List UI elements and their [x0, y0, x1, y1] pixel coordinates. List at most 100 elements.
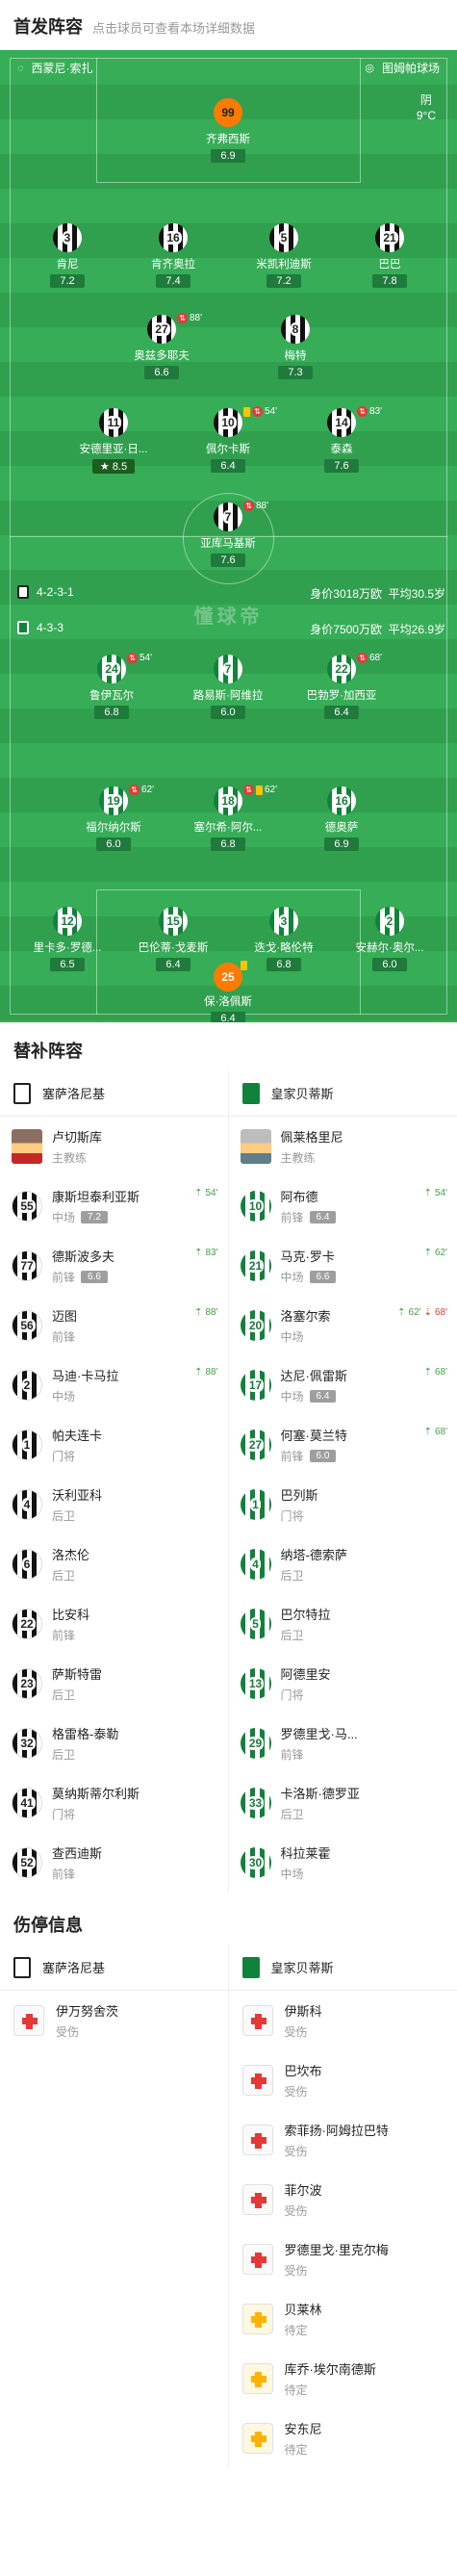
home-sub-player[interactable]: 1 帕夫连卡 门将 [0, 1415, 228, 1475]
away-sub-player[interactable]: 29 罗德里戈·马... 前锋 [229, 1713, 457, 1773]
away-player-10[interactable]: 2 安赫尔·奥尔... 6.0 [343, 907, 436, 972]
home-player-2[interactable]: 3 肯尼 7.2 [21, 223, 114, 289]
away-sub-player[interactable]: 30 科拉莱霍 中场 [229, 1833, 457, 1893]
player-position: 门将 [280, 1688, 304, 1702]
player-name: 卡洛斯·德罗亚 [280, 1787, 360, 1801]
jersey-icon: 21 [240, 1250, 271, 1281]
away-player-3[interactable]: 22 巴勃罗·加西亚 6.4 [295, 655, 388, 720]
away-sub-player[interactable]: 20 洛塞尔索 中场 ⇡ 62' ⇣ 68' [229, 1296, 457, 1355]
away-sub-player[interactable]: 17 达尼·佩雷斯 中场 6.4 ⇡ 68' [229, 1355, 457, 1415]
home-player-11[interactable]: 7 亚库马基斯 7.6 [182, 502, 274, 568]
sub-in-time: 54' [434, 1188, 447, 1198]
home-sub-player[interactable]: 22 比安科 前锋 [0, 1594, 228, 1654]
jersey-icon: 7 [214, 655, 242, 683]
home-sub-player[interactable]: 4 沃利亚科 后卫 [0, 1475, 228, 1534]
sub-time: ⇡ 62' ⇣ 68' [397, 1307, 447, 1318]
away-injury-item[interactable]: 安东尼 待定 [229, 2409, 457, 2468]
home-player-1[interactable]: 99 齐弗西斯 6.9 [182, 98, 274, 164]
home-sub-player[interactable]: 23 萨斯特雷 后卫 [0, 1654, 228, 1713]
away-injury-item[interactable]: 索菲扬·阿姆拉巴特 受伤 [229, 2110, 457, 2170]
sub-event: ⇅ 62' [129, 785, 154, 795]
home-player-5[interactable]: 21 巴巴 7.8 [343, 223, 436, 289]
away-player-2[interactable]: 7 路易斯·阿维拉 6.0 [182, 655, 274, 720]
home-player-10[interactable]: 14 泰森 7.6 [295, 408, 388, 474]
jersey-number: 5 [278, 231, 290, 245]
away-player-11[interactable]: 25 保·洛佩斯 6.4 [182, 963, 274, 1022]
player-position: 门将 [52, 1808, 76, 1821]
player-name: 伊万努舍茨 [56, 2004, 119, 2019]
card-event [241, 961, 247, 970]
away-subs-team: 皇家贝蒂斯 [228, 1070, 457, 1117]
home-sub-player[interactable]: 6 洛杰伦 后卫 [0, 1534, 228, 1594]
jersey-number: 10 [219, 416, 237, 429]
away-player-6[interactable]: 16 德奥萨 6.9 [295, 786, 388, 852]
player-name: 鲁伊瓦尔 [89, 690, 134, 702]
away-player-7[interactable]: 12 里卡多·罗德... 6.5 [21, 907, 114, 972]
jersey-icon: 30 [240, 1847, 271, 1878]
away-injury-item[interactable]: 罗德里戈·里克尔梅 受伤 [229, 2229, 457, 2289]
home-sub-player[interactable]: 2 马迪·卡马拉 中场 ⇡ 88' [0, 1355, 228, 1415]
injury-status: 待定 [284, 2383, 308, 2397]
home-sub-player[interactable]: 77 德斯波多夫 前锋 6.6 ⇡ 83' [0, 1236, 228, 1296]
home-injury-item[interactable]: 伊万努舍茨 受伤 [0, 1991, 228, 2050]
team-name: 皇家贝蒂斯 [270, 1961, 334, 1975]
jersey-number: 56 [18, 1319, 36, 1332]
sub-in-time: 62' [408, 1307, 421, 1318]
away-injury-item[interactable]: 库乔·埃尔南德斯 待定 [229, 2349, 457, 2409]
home-sub-player[interactable]: 41 莫纳斯蒂尔利斯 门将 [0, 1773, 228, 1833]
home-player-6[interactable]: 27 奥兹多耶夫 6.6 [115, 315, 208, 380]
away-sub-player[interactable]: 27 何塞·莫兰特 前锋 6.0 ⇡ 68' [229, 1415, 457, 1475]
away-sub-player[interactable]: 13 阿德里安 门将 [229, 1654, 457, 1713]
player-position: 门将 [280, 1509, 304, 1523]
player-rating: 6.0 [309, 1450, 337, 1462]
home-sub-player[interactable]: 32 格雷格-泰勒 后卫 [0, 1713, 228, 1773]
sub-time: ⇡ 68' [424, 1427, 447, 1437]
jersey-icon: 2 [375, 907, 404, 936]
team-name: 塞萨洛尼基 [42, 1087, 106, 1101]
jersey-number: 55 [18, 1199, 36, 1213]
away-player-4[interactable]: 19 福尔纳尔斯 6.0 [67, 786, 160, 852]
sub-in-time: 83' [205, 1248, 218, 1258]
player-name: 梅特 [284, 350, 307, 362]
home-player-3[interactable]: 16 肯齐奥拉 7.4 [127, 223, 219, 289]
home-sub-player[interactable]: 52 查西迪斯 前锋 [0, 1833, 228, 1893]
jersey-icon: 99 [214, 98, 242, 127]
jersey-icon: 20 [240, 1310, 271, 1341]
home-sub-player[interactable]: 55 康斯坦泰利亚斯 中场 7.2 ⇡ 54' [0, 1176, 228, 1236]
jersey-number: 1 [21, 1438, 33, 1452]
away-player-5[interactable]: 18 塞尔希·阿尔... 6.8 [182, 786, 274, 852]
player-name: 巴勃罗·加西亚 [306, 690, 377, 702]
away-sub-player[interactable]: 10 阿布德 前锋 6.4 ⇡ 54' [229, 1176, 457, 1236]
away-player-1[interactable]: 24 鲁伊瓦尔 6.8 [65, 655, 158, 720]
home-player-9[interactable]: 10 佩尔卡斯 6.4 [182, 408, 274, 474]
away-injury-item[interactable]: 伊斯科 受伤 [229, 1991, 457, 2050]
home-player-8[interactable]: 11 安德里亚·日... ★ 8.5 [67, 408, 160, 475]
event-time: 83' [369, 406, 383, 417]
weather-temp: 9°C [416, 109, 436, 122]
away-sub-player[interactable]: 21 马克·罗卡 中场 6.6 ⇡ 62' [229, 1236, 457, 1296]
away-sub-player[interactable]: 1 巴列斯 门将 [229, 1475, 457, 1534]
jersey-icon: 22 [327, 655, 356, 683]
player-name: 罗德里戈·马... [280, 1727, 358, 1741]
sub-out-icon: ⇅ [129, 785, 140, 795]
home-player-7[interactable]: 8 梅特 7.3 [249, 315, 342, 380]
sub-in-icon: ⇡ [423, 1427, 432, 1437]
away-injuries-column: 皇家贝蒂斯 伊斯科 受伤 巴坎布 受伤 索菲扬·阿姆拉巴特 受伤 菲尔波 受伤 罗德里戈·里克尔… [228, 1945, 457, 2468]
jersey-number: 21 [381, 231, 398, 245]
home-sub-player[interactable]: 56 迈图 前锋 ⇡ 88' [0, 1296, 228, 1355]
player-name: 塞尔希·阿尔... [193, 822, 263, 834]
away-injury-item[interactable]: 巴坎布 受伤 [229, 2050, 457, 2110]
away-sub-player[interactable]: 4 纳塔-德索萨 后卫 [229, 1534, 457, 1594]
player-position: 后卫 [280, 1808, 304, 1821]
away-sub-player[interactable]: 5 巴尔特拉 后卫 [229, 1594, 457, 1654]
player-rating: 6.4 [324, 706, 359, 719]
player-position: 前锋 [52, 1868, 76, 1881]
away-injury-item[interactable]: 贝莱林 待定 [229, 2289, 457, 2349]
player-name: 比安科 [52, 1608, 90, 1622]
away-sub-player[interactable]: 33 卡洛斯·德罗亚 后卫 [229, 1773, 457, 1833]
away-injury-item[interactable]: 菲尔波 受伤 [229, 2170, 457, 2229]
home-coach[interactable]: 卢切斯库 主教练 [0, 1117, 228, 1176]
yellow-card-icon [241, 961, 247, 970]
home-player-4[interactable]: 5 米凯利迪斯 7.2 [238, 223, 330, 289]
away-coach[interactable]: 佩莱格里尼 主教练 [229, 1117, 457, 1176]
